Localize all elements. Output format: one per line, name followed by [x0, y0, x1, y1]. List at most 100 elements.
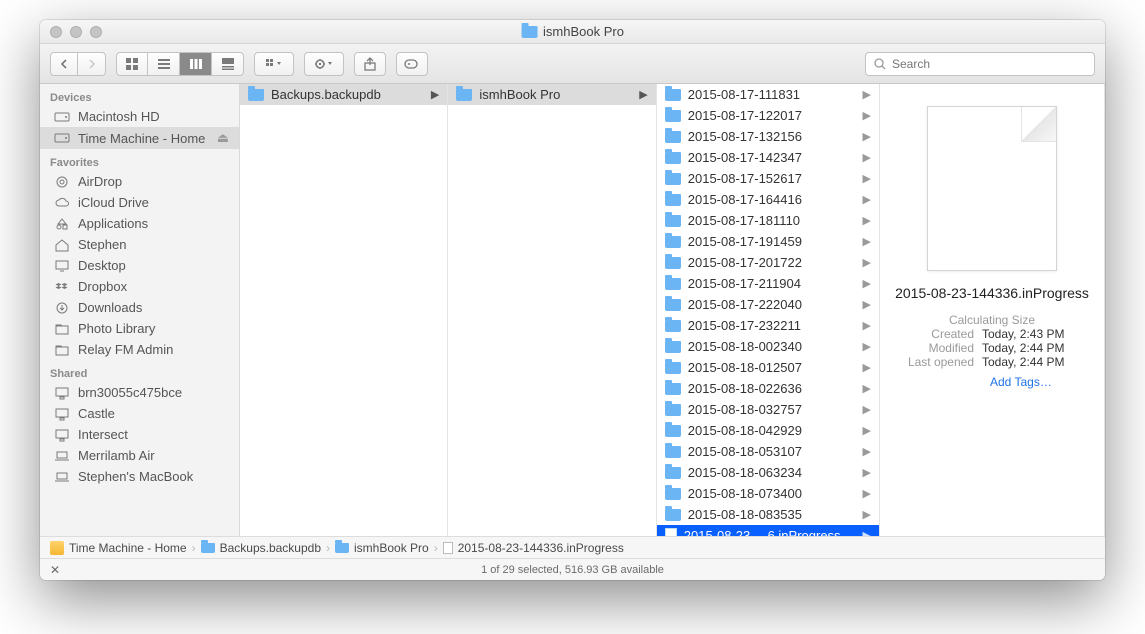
folder-icon [665, 467, 681, 479]
zoom-window-button[interactable] [90, 26, 102, 38]
close-window-button[interactable] [50, 26, 62, 38]
column-row[interactable]: ismhBook Pro▶ [448, 84, 655, 105]
sidebar-item[interactable]: Castle [40, 403, 239, 424]
chevron-right-icon: › [434, 541, 438, 555]
chevron-right-icon: ▶ [863, 109, 871, 122]
share-button[interactable] [354, 52, 386, 76]
column-row[interactable]: 2015-08-17-232211▶ [657, 315, 879, 336]
path-label: Backups.backupdb [220, 541, 321, 555]
column-row[interactable]: 2015-08-18-022636▶ [657, 378, 879, 399]
column-row[interactable]: 2015-08-18-063234▶ [657, 462, 879, 483]
sidebar-item[interactable]: iCloud Drive [40, 192, 239, 213]
column-row[interactable]: 2015-08-18-042929▶ [657, 420, 879, 441]
row-label: 2015-08-18-063234 [688, 465, 802, 480]
chevron-right-icon: ▶ [863, 214, 871, 227]
created-value: Today, 2:43 PM [982, 327, 1092, 341]
preview-pane: 2015-08-23-144336.inProgress Calculating… [880, 84, 1105, 536]
column-row[interactable]: Backups.backupdb▶ [240, 84, 447, 105]
chevron-right-icon: ▶ [863, 256, 871, 269]
chevron-right-icon: ▶ [863, 130, 871, 143]
cloud-icon [54, 196, 70, 210]
column-row[interactable]: 2015-08-18-032757▶ [657, 399, 879, 420]
sidebar-item[interactable]: Desktop [40, 255, 239, 276]
path-segment[interactable]: Time Machine - Home [50, 541, 187, 555]
column-3: 2015-08-17-111831▶2015-08-17-122017▶2015… [657, 84, 880, 536]
sidebar-item-label: Stephen's MacBook [78, 469, 193, 484]
hdd-icon [54, 131, 70, 145]
column-row[interactable]: 2015-08-18-012507▶ [657, 357, 879, 378]
tags-button[interactable] [396, 52, 428, 76]
column-row[interactable]: 2015-08-17-132156▶ [657, 126, 879, 147]
sidebar-item-label: Downloads [78, 300, 142, 315]
sidebar-item-label: Photo Library [78, 321, 155, 336]
modified-value: Today, 2:44 PM [982, 341, 1092, 355]
column-row[interactable]: 2015-08-17-211904▶ [657, 273, 879, 294]
row-label: 2015-08-17-164416 [688, 192, 802, 207]
column-row[interactable]: 2015-08-17-191459▶ [657, 231, 879, 252]
column-view-button[interactable] [180, 52, 212, 76]
eject-icon[interactable]: ⏏ [217, 130, 229, 146]
forward-button[interactable] [78, 52, 106, 76]
chevron-right-icon: ▶ [863, 403, 871, 416]
column-row[interactable]: 2015-08-17-142347▶ [657, 147, 879, 168]
sidebar-item[interactable]: Time Machine - Home⏏ [40, 127, 239, 149]
chevron-right-icon: ▶ [863, 361, 871, 374]
column-row[interactable]: 2015-08-18-073400▶ [657, 483, 879, 504]
column-row[interactable]: 2015-08-17-222040▶ [657, 294, 879, 315]
file-icon [443, 542, 453, 554]
column-row[interactable]: 2015-08-17-201722▶ [657, 252, 879, 273]
sidebar-item-label: Relay FM Admin [78, 342, 173, 357]
net-icon [54, 386, 70, 400]
search-field[interactable] [865, 52, 1095, 76]
sidebar: DevicesMacintosh HDTime Machine - Home⏏F… [40, 84, 240, 536]
hide-pathbar-button[interactable]: ✕ [50, 563, 60, 577]
column-row[interactable]: 2015-08-18-002340▶ [657, 336, 879, 357]
sidebar-item[interactable]: AirDrop [40, 171, 239, 192]
column-browser: Backups.backupdb▶ ismhBook Pro▶ 2015-08-… [240, 84, 1105, 536]
row-label: 2015-08-18-042929 [688, 423, 802, 438]
folder-icon [665, 152, 681, 164]
row-label: 2015-08-18-022636 [688, 381, 802, 396]
search-input[interactable] [892, 57, 1086, 71]
sidebar-item[interactable]: Photo Library [40, 318, 239, 339]
folder-icon [665, 320, 681, 332]
sidebar-item-label: Desktop [78, 258, 126, 273]
column-row[interactable]: 2015-08-23-…6.inProgress▶ [657, 525, 879, 536]
sidebar-item[interactable]: Relay FM Admin [40, 339, 239, 360]
column-row[interactable]: 2015-08-17-122017▶ [657, 105, 879, 126]
sidebar-item[interactable]: Merrilamb Air [40, 445, 239, 466]
column-row[interactable]: 2015-08-17-111831▶ [657, 84, 879, 105]
path-segment[interactable]: 2015-08-23-144336.inProgress [443, 541, 624, 555]
preview-metadata: Calculating Size CreatedToday, 2:43 PM M… [892, 313, 1092, 369]
chevron-right-icon: ▶ [863, 340, 871, 353]
column-row[interactable]: 2015-08-17-181110▶ [657, 210, 879, 231]
back-button[interactable] [50, 52, 78, 76]
arrange-button[interactable] [254, 52, 294, 76]
column-row[interactable]: 2015-08-18-083535▶ [657, 504, 879, 525]
sidebar-item[interactable]: Dropbox [40, 276, 239, 297]
column-row[interactable]: 2015-08-18-053107▶ [657, 441, 879, 462]
sidebar-item[interactable]: Stephen's MacBook [40, 466, 239, 487]
path-segment[interactable]: ismhBook Pro [335, 541, 429, 555]
sidebar-item[interactable]: brn30055c475bce [40, 382, 239, 403]
icon-view-button[interactable] [116, 52, 148, 76]
action-button[interactable] [304, 52, 344, 76]
sidebar-item-label: Macintosh HD [78, 109, 160, 124]
sidebar-item[interactable]: Applications [40, 213, 239, 234]
row-label: Backups.backupdb [271, 87, 381, 102]
minimize-window-button[interactable] [70, 26, 82, 38]
column-row[interactable]: 2015-08-17-152617▶ [657, 168, 879, 189]
column-row[interactable]: 2015-08-17-164416▶ [657, 189, 879, 210]
list-view-button[interactable] [148, 52, 180, 76]
folder-icon [665, 236, 681, 248]
sidebar-item[interactable]: Macintosh HD [40, 106, 239, 127]
add-tags-button[interactable]: Add Tags… [892, 375, 1092, 389]
download-icon [54, 301, 70, 315]
sidebar-item[interactable]: Intersect [40, 424, 239, 445]
path-segment[interactable]: Backups.backupdb [201, 541, 321, 555]
coverflow-view-button[interactable] [212, 52, 244, 76]
sidebar-item[interactable]: Downloads [40, 297, 239, 318]
folder-icon [456, 89, 472, 101]
path-label: Time Machine - Home [69, 541, 187, 555]
sidebar-item[interactable]: Stephen [40, 234, 239, 255]
